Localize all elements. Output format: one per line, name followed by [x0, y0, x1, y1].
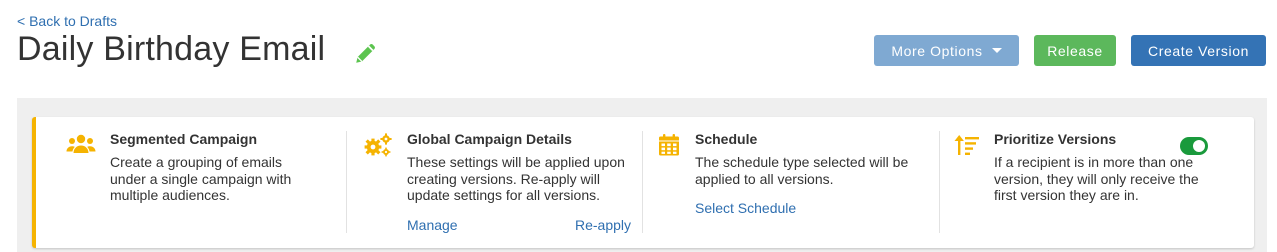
sort-amount-icon	[954, 133, 984, 159]
header-actions: More Options Release Create Version	[874, 35, 1266, 66]
column-divider	[346, 131, 347, 233]
campaign-info-panel: Segmented Campaign Create a grouping of …	[17, 98, 1267, 252]
create-version-button[interactable]: Create Version	[1131, 35, 1266, 66]
segmented-campaign-section: Segmented Campaign Create a grouping of …	[66, 131, 326, 233]
toggle-knob	[1193, 140, 1205, 152]
chevron-down-icon	[991, 48, 1002, 53]
prioritize-versions-toggle[interactable]	[1180, 137, 1208, 155]
section-heading: Schedule	[695, 131, 758, 147]
campaign-info-card: Segmented Campaign Create a grouping of …	[32, 117, 1254, 248]
section-description: The schedule type selected will be appli…	[695, 154, 909, 187]
pencil-icon[interactable]	[353, 40, 379, 66]
release-button[interactable]: Release	[1034, 35, 1116, 66]
users-icon	[66, 133, 96, 159]
calendar-icon	[657, 133, 687, 159]
column-divider	[939, 131, 940, 233]
select-schedule-link[interactable]: Select Schedule	[695, 200, 796, 216]
global-campaign-details-section: Global Campaign Details These settings w…	[363, 131, 631, 233]
section-heading: Prioritize Versions	[994, 131, 1117, 147]
gears-icon	[363, 133, 393, 159]
title-row: Daily Birthday Email	[17, 30, 379, 69]
re-apply-link[interactable]: Re-apply	[575, 217, 631, 233]
more-options-button[interactable]: More Options	[874, 35, 1019, 66]
schedule-section: Schedule The schedule type selected will…	[657, 131, 927, 233]
manage-link[interactable]: Manage	[407, 217, 458, 233]
section-heading: Global Campaign Details	[407, 131, 572, 147]
more-options-label: More Options	[891, 42, 983, 59]
column-divider	[642, 131, 643, 233]
prioritize-versions-section: Prioritize Versions If a recipient is in…	[954, 131, 1244, 233]
section-description: If a recipient is in more than one versi…	[994, 154, 1199, 203]
section-heading: Segmented Campaign	[110, 131, 258, 147]
section-description: These settings will be applied upon crea…	[407, 154, 625, 203]
page-title: Daily Birthday Email	[17, 30, 326, 68]
section-description: Create a grouping of emails under a sing…	[110, 154, 292, 203]
back-to-drafts-link[interactable]: < Back to Drafts	[17, 13, 117, 29]
